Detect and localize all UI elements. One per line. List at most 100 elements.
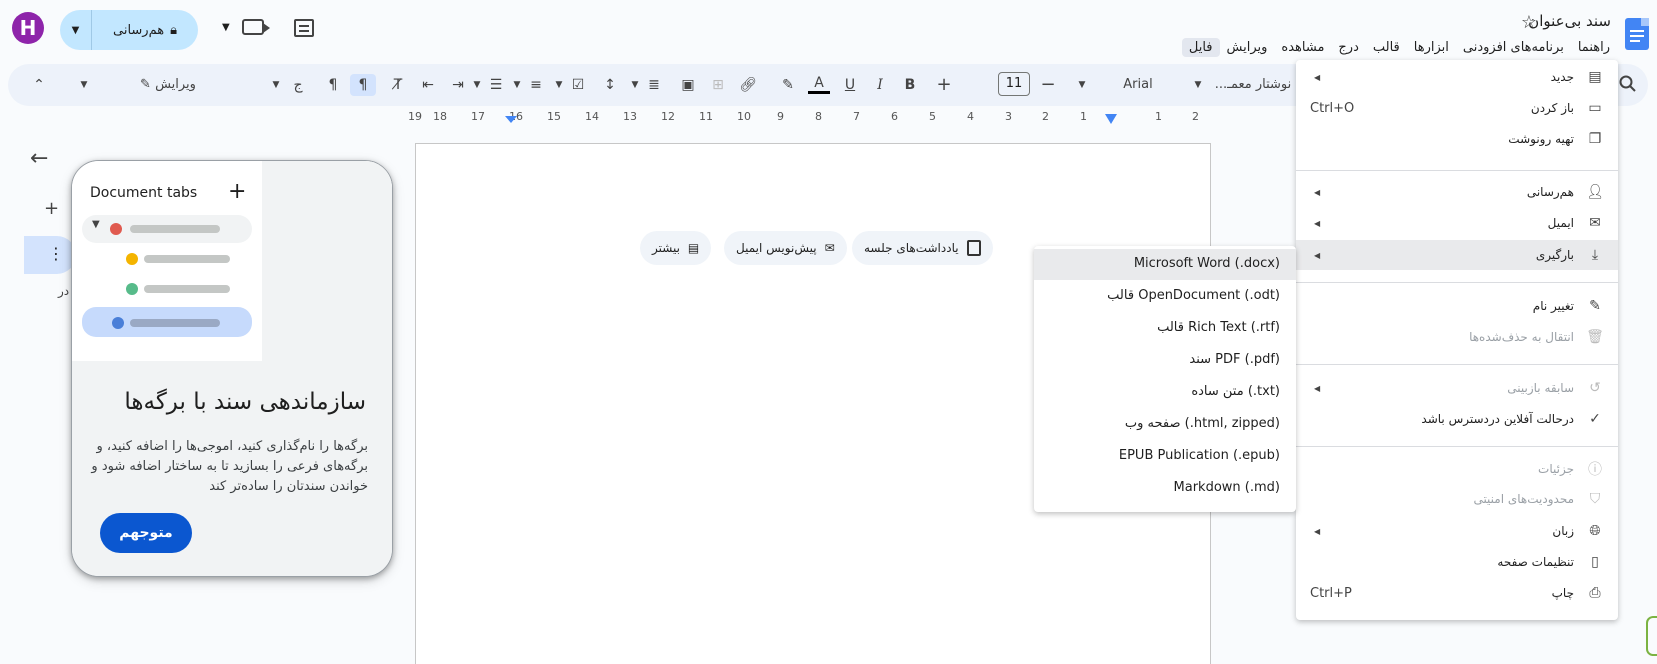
editing-mode[interactable]: ✎ ویرایش <box>128 74 208 96</box>
clear-format-icon[interactable]: T̸ <box>388 74 408 96</box>
menu-item-details[interactable]: ⓘ جزئیات <box>1296 454 1618 484</box>
menu-item-open[interactable]: ▭ باز کردن Ctrl+O <box>1296 93 1618 123</box>
video-call-icon[interactable] <box>242 19 270 35</box>
share-button[interactable]: ▼ 🔒︎ هم‌رسانی <box>60 10 198 50</box>
more-chip[interactable]: ▤ بیشتر <box>640 231 712 265</box>
menu-item-page-setup[interactable]: ▯ تنظیمات صفحه <box>1296 547 1618 577</box>
collapse-menus-icon[interactable]: ⌃ <box>30 74 48 96</box>
style-caret-icon[interactable]: ▼ <box>1192 74 1204 96</box>
checklist-caret-icon[interactable]: ▼ <box>554 74 564 96</box>
avatar[interactable]: H <box>12 12 44 44</box>
chip-label: بیشتر <box>652 241 680 255</box>
increase-font-size-icon[interactable]: + <box>934 74 954 96</box>
download-epub[interactable]: EPUB Publication (.epub) <box>1034 441 1296 472</box>
paragraph-style[interactable]: نوشتار معمـ... <box>1208 74 1298 96</box>
side-panel-icon[interactable] <box>1646 616 1657 656</box>
bulleted-list-caret-icon[interactable]: ▼ <box>512 74 522 96</box>
menu-tools[interactable]: ابزارها <box>1407 38 1456 57</box>
underline-icon[interactable]: U <box>840 74 860 96</box>
menu-edit[interactable]: ویرایش <box>1220 38 1275 57</box>
menu-item-email[interactable]: ✉︎ ایمیل ◀ <box>1296 208 1618 238</box>
download-html[interactable]: صفحه وب (.html, zipped) <box>1034 409 1296 440</box>
menu-item-print[interactable]: ⎙ چاپ Ctrl+P <box>1296 578 1618 608</box>
email-draft-chip[interactable]: ✉︎ پیش‌نویس ایمیل <box>724 231 847 265</box>
menu-item-security-limitations[interactable]: ⛉ محدودیت‌های امنیتی <box>1296 484 1618 514</box>
font-size-input[interactable]: 11 <box>998 72 1030 96</box>
bulleted-list-icon[interactable]: ≡ <box>526 74 546 96</box>
menu-item-label: انتقال به حذف‌شده‌ها <box>1469 330 1574 344</box>
menu-help[interactable]: راهنما <box>1571 38 1617 57</box>
input-tools-icon[interactable]: ج <box>288 74 308 96</box>
checklist-icon[interactable]: ☑ <box>568 74 588 96</box>
align-icon[interactable]: ≣ <box>644 74 664 96</box>
star-icon[interactable]: ☆ <box>1521 12 1537 33</box>
font-caret-icon[interactable]: ▼ <box>1076 74 1088 96</box>
numbered-list-caret-icon[interactable]: ▼ <box>472 74 482 96</box>
menu-item-label: درحالت آفلاین دردسترس باشد <box>1421 412 1574 426</box>
share-caret-icon[interactable]: ▼ <box>60 10 92 50</box>
menu-extensions[interactable]: برنامه‌های افزودنی <box>1456 38 1571 57</box>
outline-text: در <box>58 284 70 298</box>
submenu-arrow-icon: ◀ <box>1314 187 1321 197</box>
menu-item-move-to-trash[interactable]: 🗑︎ انتقال به حذف‌شده‌ها <box>1296 322 1618 352</box>
meeting-notes-chip[interactable]: یادداشت‌های جلسه <box>852 231 993 265</box>
docs-logo-icon[interactable] <box>1625 18 1649 50</box>
document-tabs-callout: Document tabs + ▼ سازماندهی سند با برگه‌… <box>71 160 393 577</box>
input-tools-caret-icon[interactable]: ▼ <box>270 74 282 96</box>
numbered-list-icon[interactable]: ☰ <box>486 74 506 96</box>
meet-caret-icon[interactable]: ▼ <box>222 22 230 33</box>
download-pdf[interactable]: سند PDF (.pdf) <box>1034 345 1296 376</box>
back-arrow-icon[interactable]: ← <box>30 146 48 171</box>
download-docx[interactable]: Microsoft Word (.docx) <box>1034 249 1296 280</box>
horizontal-ruler[interactable]: 2 1 1 2 3 4 5 6 7 8 9 10 11 12 13 14 15 … <box>400 108 1200 126</box>
left-indent-marker[interactable] <box>505 116 517 123</box>
font-name[interactable]: Arial <box>1108 74 1168 96</box>
decrease-font-size-icon[interactable]: − <box>1038 74 1058 96</box>
menu-insert[interactable]: درج <box>1331 38 1365 57</box>
increase-indent-icon[interactable]: ⇥ <box>448 74 468 96</box>
menu-format[interactable]: قالب <box>1366 38 1407 57</box>
link-icon[interactable]: 🔗︎ <box>738 74 758 96</box>
tabs-illustration: Document tabs + ▼ <box>72 161 392 361</box>
line-spacing-icon[interactable]: ↕ <box>600 74 620 96</box>
download-rtf[interactable]: قالب Rich Text (.rtf) <box>1034 313 1296 344</box>
ltr-icon[interactable]: ¶ <box>322 74 344 96</box>
menu-item-new[interactable]: ▤ جدید ◀ <box>1296 62 1618 92</box>
search-menus-icon[interactable] <box>1618 74 1638 94</box>
got-it-button[interactable]: متوجهم <box>100 513 192 553</box>
menu-item-make-offline[interactable]: ✓ درحالت آفلاین دردسترس باشد <box>1296 404 1618 434</box>
download-markdown[interactable]: Markdown (.md) <box>1034 473 1296 504</box>
download-odt[interactable]: قالب OpenDocument (.odt) <box>1034 281 1296 312</box>
print-icon: ⎙ <box>1589 585 1601 601</box>
menu-item-rename[interactable]: ✎ تغییر نام <box>1296 291 1618 321</box>
share-label: هم‌رسانی <box>113 22 165 38</box>
menu-item-share[interactable]: 👤︎ هم‌رسانی ◀ <box>1296 177 1618 207</box>
comments-icon[interactable] <box>294 19 314 37</box>
menu-item-language[interactable]: 🌐︎ زبان ◀ <box>1296 516 1618 546</box>
image-icon[interactable]: ▣ <box>678 74 698 96</box>
document-title[interactable]: سند بی‌عنوان <box>1528 12 1611 30</box>
menu-file[interactable]: فایل <box>1181 38 1220 57</box>
download-option-label: صفحه وب (.html, zipped) <box>1124 416 1280 431</box>
more-vert-icon[interactable]: ⋮ <box>48 244 64 263</box>
menu-item-download[interactable]: ⤓ بارگیری ◀ <box>1296 240 1618 270</box>
menu-item-label: بارگیری <box>1535 248 1574 262</box>
mode-caret-icon[interactable]: ▼ <box>78 74 90 96</box>
menu-item-make-copy[interactable]: ❐ تهیه رونوشت <box>1296 124 1618 154</box>
add-tab-icon[interactable]: + <box>44 198 59 219</box>
menu-view[interactable]: مشاهده <box>1274 38 1331 57</box>
highlight-icon[interactable]: ✎ <box>778 74 798 96</box>
menubar: فایل ویرایش مشاهده درج قالب ابزارها برنا… <box>1181 38 1617 57</box>
rtl-icon[interactable]: ¶ <box>350 74 376 96</box>
align-caret-icon[interactable]: ▼ <box>630 74 640 96</box>
ruler-num: 13 <box>623 110 637 123</box>
italic-icon[interactable]: I <box>870 74 890 96</box>
shortcut-label: Ctrl+P <box>1310 585 1352 601</box>
text-color-icon[interactable]: A <box>808 74 830 94</box>
bold-icon[interactable]: B <box>900 74 920 96</box>
menu-item-version-history[interactable]: ↺ سابقه بازبینی ◀ <box>1296 373 1618 403</box>
decrease-indent-icon[interactable]: ⇤ <box>418 74 438 96</box>
download-txt[interactable]: متن ساده (.txt) <box>1034 377 1296 408</box>
add-comment-icon[interactable]: ⊞ <box>708 74 728 96</box>
ruler-num: 6 <box>891 110 898 123</box>
